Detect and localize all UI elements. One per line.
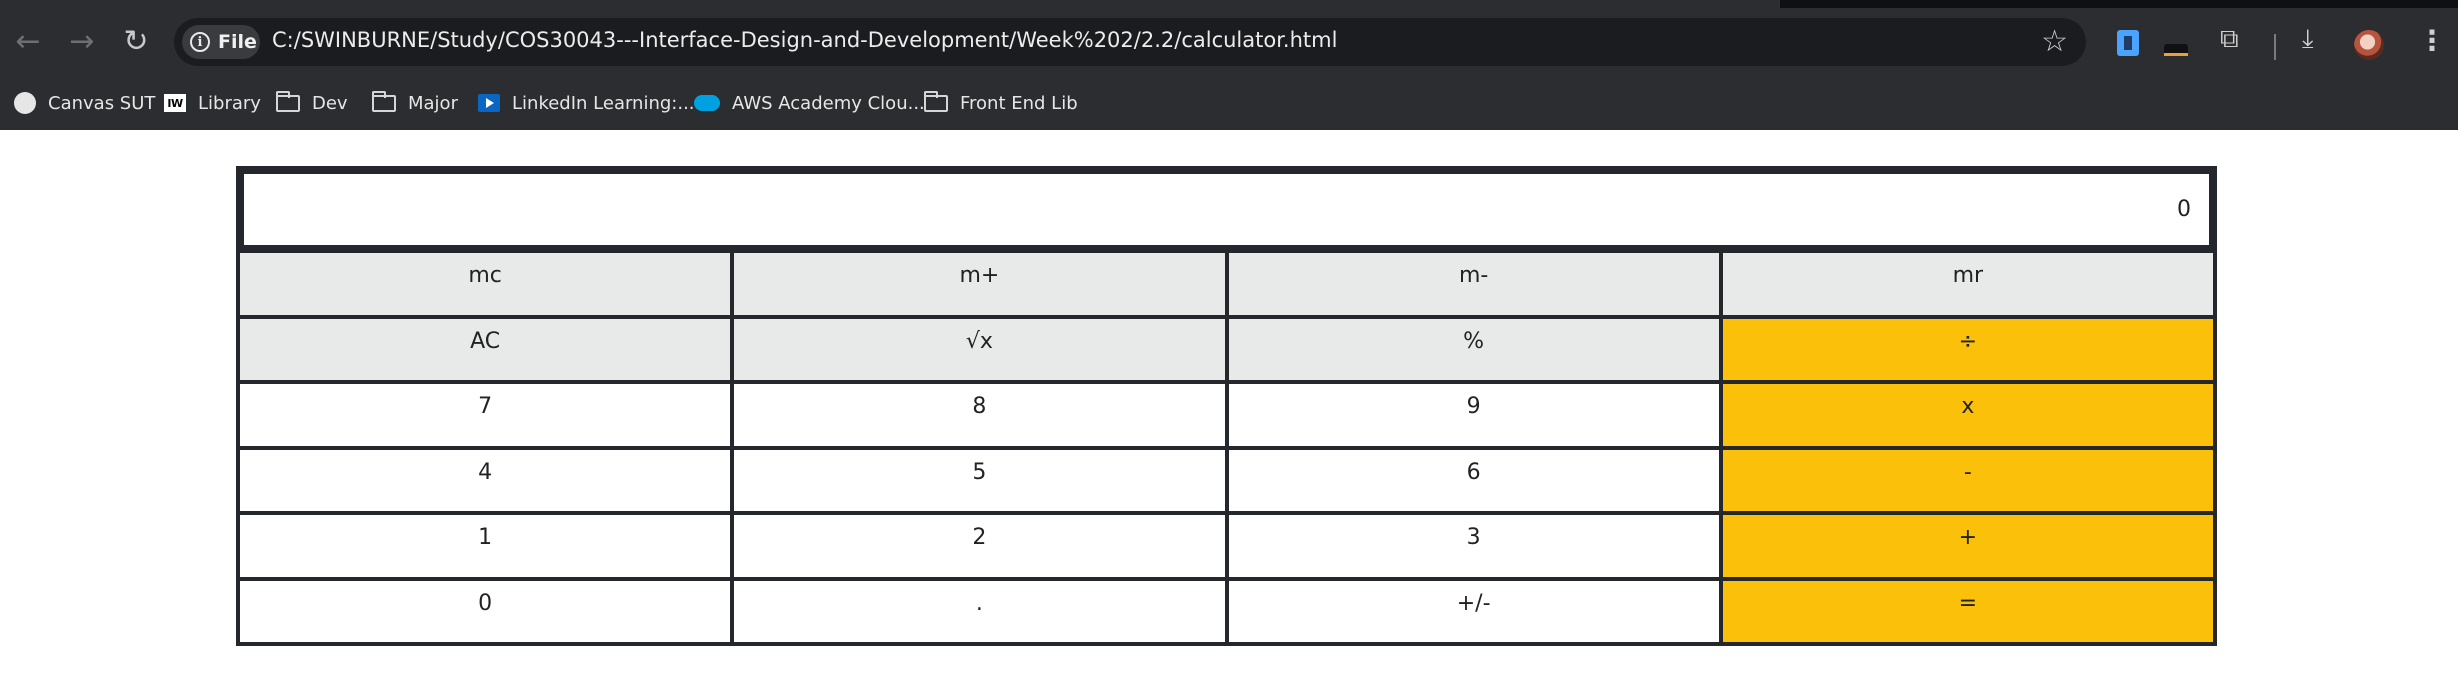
key-7[interactable]: 7 <box>240 384 731 446</box>
bookmark-label: Front End Lib <box>960 92 1078 114</box>
key-m-minus[interactable]: m- <box>1228 253 1719 315</box>
key-5[interactable]: 5 <box>734 449 1225 511</box>
calculator-display: 0 <box>240 170 2213 249</box>
key-subtract[interactable]: - <box>1722 449 2213 511</box>
bookmark-aws-academy[interactable]: AWS Academy Clou... <box>694 86 925 120</box>
bookmark-label: Canvas SUT <box>48 92 156 114</box>
key-add[interactable]: + <box>1722 515 2213 577</box>
key-negate[interactable]: +/- <box>1228 580 1719 642</box>
key-3[interactable]: 3 <box>1228 515 1719 577</box>
key-1[interactable]: 1 <box>240 515 731 577</box>
calculator: 0 mc m+ m- mr AC √x % ÷ 7 8 9 x 4 5 6 - … <box>236 166 2217 646</box>
globe-icon <box>14 92 36 114</box>
key-mc[interactable]: mc <box>240 253 731 315</box>
address-bar[interactable]: i File C:/SWINBURNE/Study/COS30043---Int… <box>174 18 2086 66</box>
key-9[interactable]: 9 <box>1228 384 1719 446</box>
url-text[interactable]: C:/SWINBURNE/Study/COS30043---Interface-… <box>272 28 1337 52</box>
bookmark-label: Major <box>408 92 458 114</box>
key-ac[interactable]: AC <box>240 318 731 380</box>
folder-icon <box>275 90 300 112</box>
extension-icon-blue[interactable] <box>2117 30 2139 56</box>
key-multiply[interactable]: x <box>1722 384 2213 446</box>
key-divide[interactable]: ÷ <box>1722 318 2213 380</box>
key-decimal[interactable]: . <box>734 580 1225 642</box>
info-icon: i <box>190 32 210 52</box>
active-tab-edge[interactable] <box>0 0 1780 8</box>
bookmark-linkedin-learning[interactable]: LinkedIn Learning:... <box>478 86 695 120</box>
more-menu-icon[interactable]: ⋮ <box>2418 24 2446 57</box>
extension-icon-dark[interactable] <box>2164 44 2188 56</box>
toolbar-divider <box>2274 34 2276 60</box>
key-mr[interactable]: mr <box>1722 253 2213 315</box>
file-scheme-label: File <box>218 31 257 53</box>
key-sqrt[interactable]: √x <box>734 318 1225 380</box>
key-4[interactable]: 4 <box>240 449 731 511</box>
bookmark-folder-dev[interactable]: Dev <box>275 86 348 120</box>
bookmark-label: Library <box>198 92 261 114</box>
bookmark-canvas-sut[interactable]: Canvas SUT <box>14 86 155 120</box>
bookmark-star-icon[interactable]: ☆ <box>2041 24 2068 59</box>
bookmarks-bar: Canvas SUT IW Library Dev Major LinkedIn… <box>0 76 2458 130</box>
download-icon[interactable]: ⤓ <box>2302 26 2314 52</box>
profile-avatar[interactable] <box>2354 30 2384 60</box>
key-2[interactable]: 2 <box>734 515 1225 577</box>
iw-logo-icon: IW <box>164 94 186 112</box>
reload-icon[interactable]: ↻ <box>116 22 156 62</box>
key-6[interactable]: 6 <box>1228 449 1719 511</box>
bookmark-label: LinkedIn Learning:... <box>512 92 695 114</box>
folder-icon <box>923 90 948 112</box>
folder-icon <box>371 90 396 112</box>
tab-strip <box>0 0 2458 8</box>
key-8[interactable]: 8 <box>734 384 1225 446</box>
site-info-chip[interactable]: i File <box>182 25 260 59</box>
bookmark-folder-major[interactable]: Major <box>371 86 458 120</box>
salesforce-cloud-icon <box>694 95 720 111</box>
key-equals[interactable]: = <box>1722 580 2213 642</box>
forward-icon[interactable]: → <box>62 22 102 62</box>
extensions-icon[interactable]: ⧉ <box>2220 26 2239 52</box>
browser-chrome: ← → ↻ i File C:/SWINBURNE/Study/COS30043… <box>0 0 2458 130</box>
bookmark-folder-front-end-lib[interactable]: Front End Lib <box>923 86 1078 120</box>
bookmark-library[interactable]: IW Library <box>164 86 261 120</box>
key-m-plus[interactable]: m+ <box>734 253 1225 315</box>
bookmark-label: Dev <box>312 92 348 114</box>
key-percent[interactable]: % <box>1228 318 1719 380</box>
back-icon[interactable]: ← <box>8 22 48 62</box>
linkedin-learning-icon <box>478 94 500 112</box>
browser-toolbar: ← → ↻ i File C:/SWINBURNE/Study/COS30043… <box>0 8 2458 76</box>
key-0[interactable]: 0 <box>240 580 731 642</box>
bookmark-label: AWS Academy Clou... <box>732 92 925 114</box>
